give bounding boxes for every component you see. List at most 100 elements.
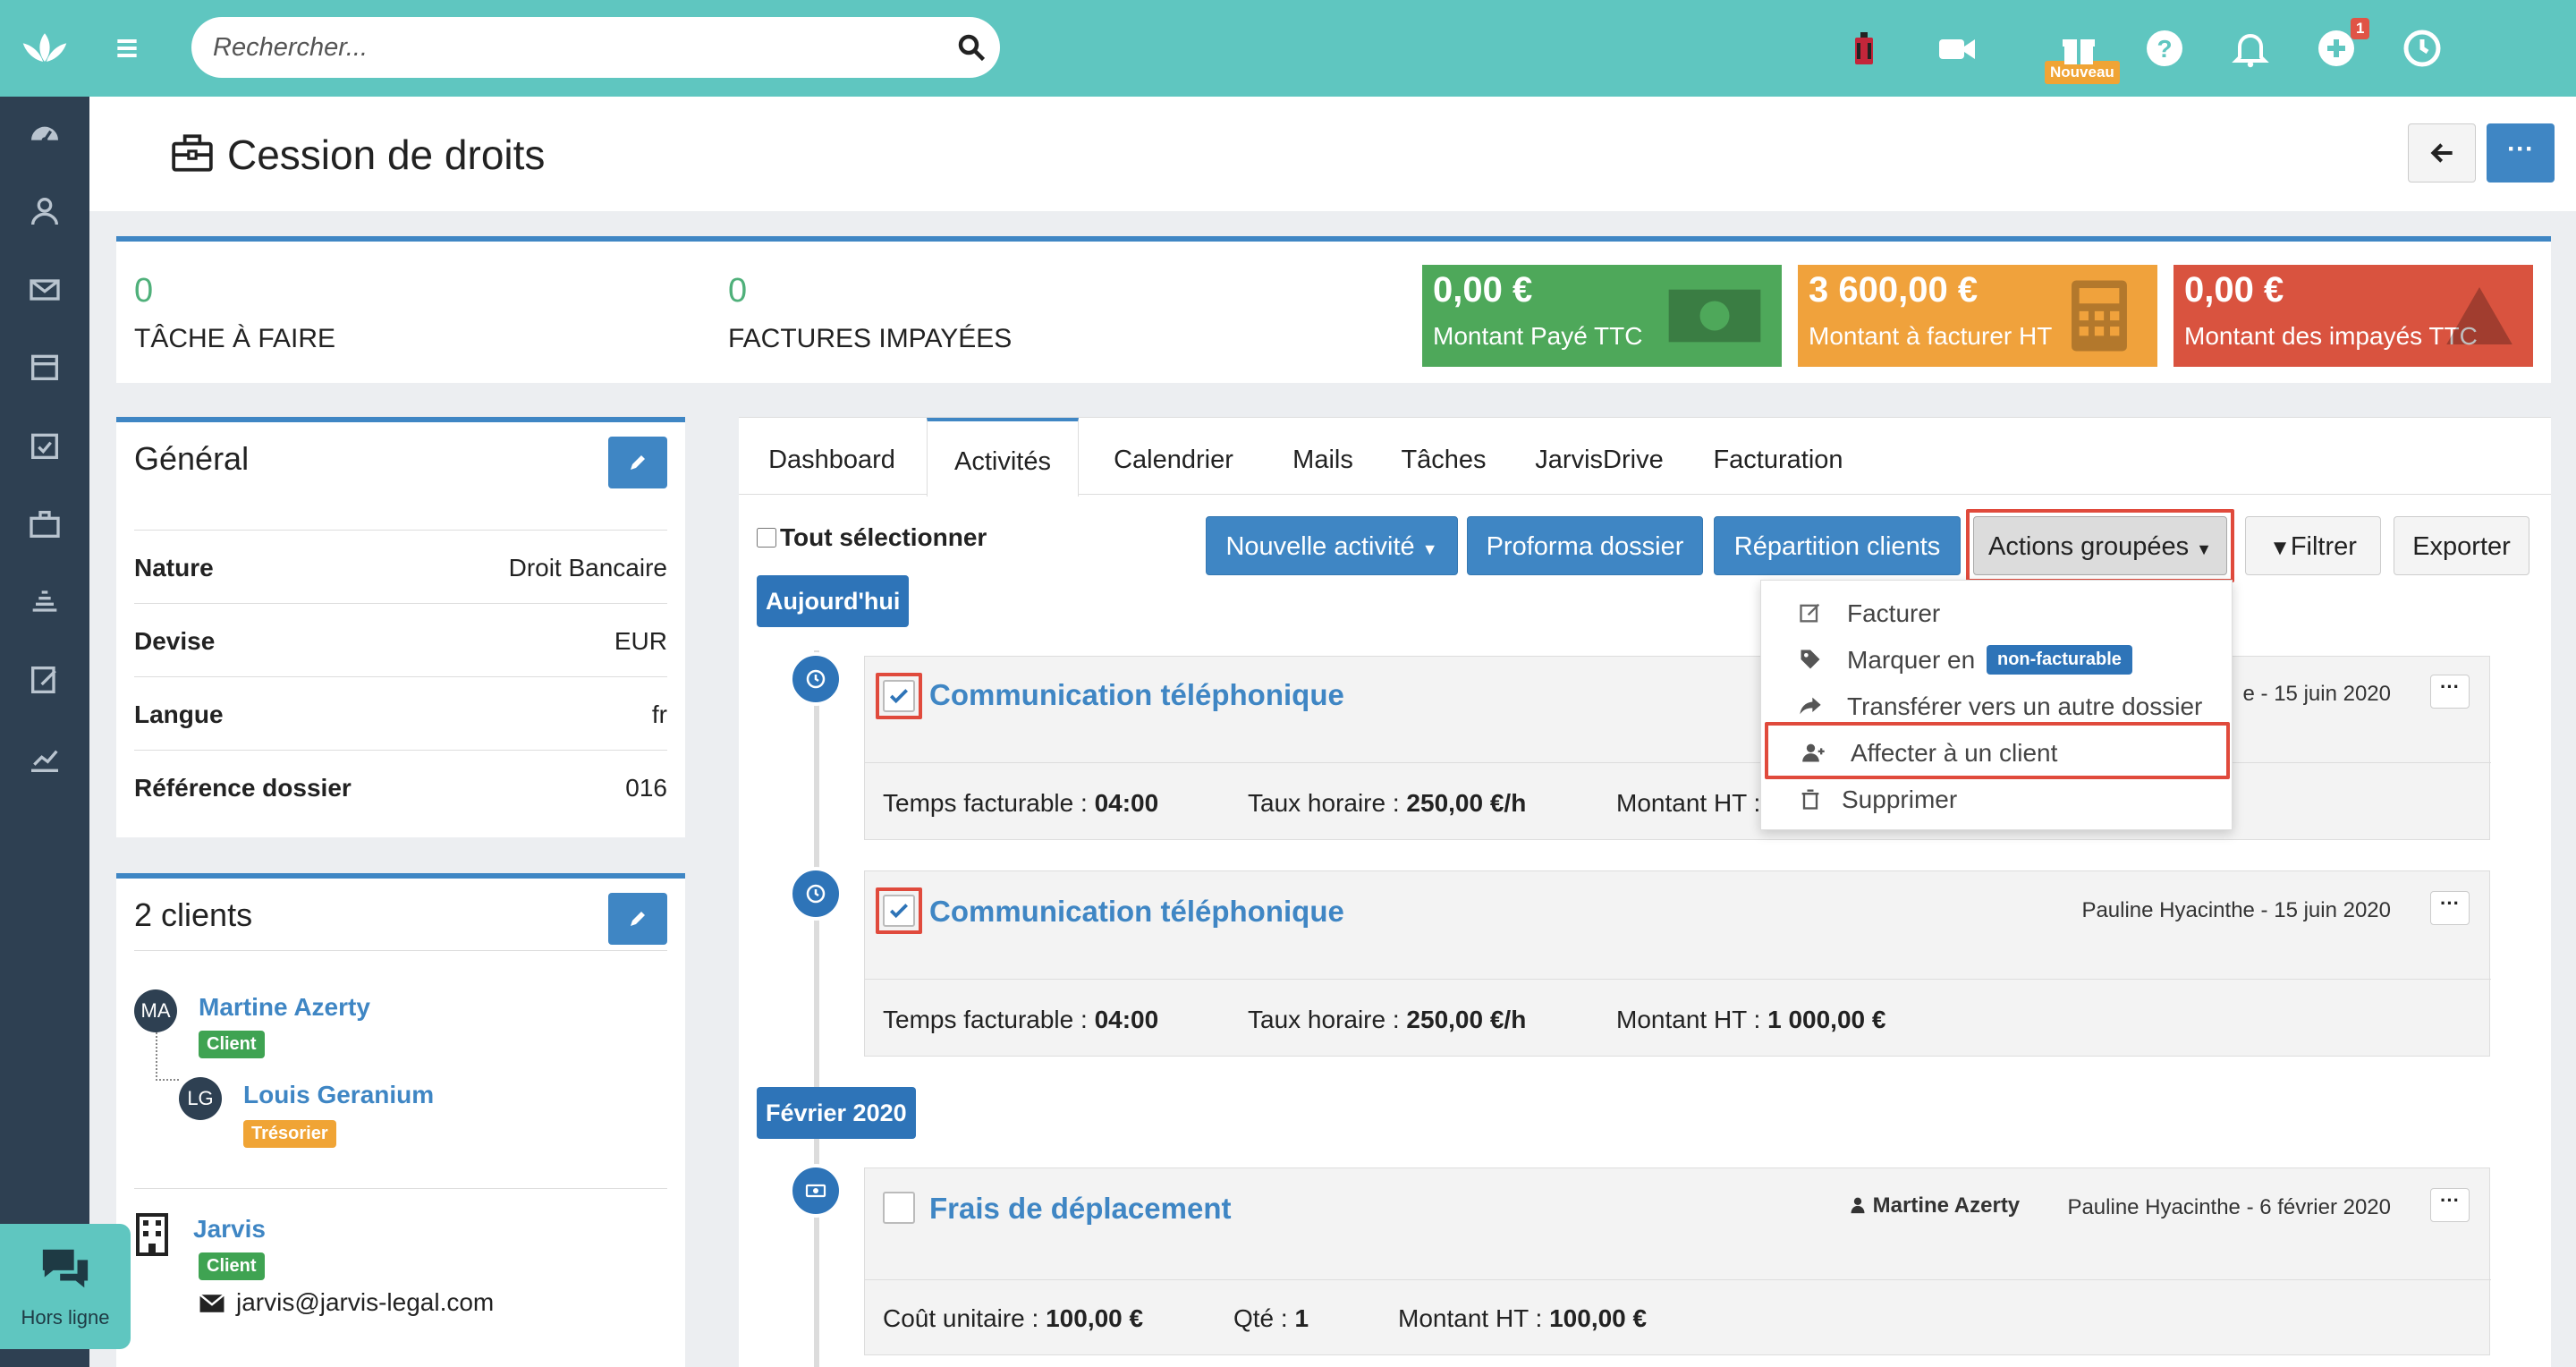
dashboard-icon[interactable] [27, 116, 63, 152]
general-card: Général Nature Droit Bancaire Devise EUR… [116, 417, 685, 837]
activity-card[interactable]: Communication téléphonique e - 15 juin 2… [864, 656, 2491, 840]
company-name-link[interactable]: Jarvis [193, 1215, 266, 1244]
tab-bar: Dashboard Activités Calendrier Mails Tâc… [739, 418, 2551, 497]
menu-item-label: Facturer [1847, 599, 1941, 627]
activity-more-button[interactable]: ··· [2430, 891, 2470, 925]
search-input[interactable] [213, 17, 928, 78]
page-title-text: Cession de droits [227, 132, 546, 178]
envelope-icon [199, 1294, 225, 1312]
paid-amount-box: 0,00 € Montant Payé TTC [1422, 265, 1782, 367]
add-circle-icon[interactable] [2315, 27, 2358, 70]
tab-mails[interactable]: Mails [1268, 418, 1377, 495]
tree-connector [156, 1032, 179, 1081]
activity-meta: Pauline Hyacinthe - 6 février 2020 [2067, 1195, 2391, 1219]
activity-clock-icon [789, 867, 843, 921]
unpaid-amount-box: 0,00 € Montant des impayés TTC [2174, 265, 2533, 367]
mail-icon[interactable] [27, 272, 63, 308]
user-icon [1851, 1197, 1865, 1214]
company-email[interactable]: jarvis@jarvis-legal.com [236, 1288, 494, 1317]
hamburger-menu-icon[interactable] [113, 34, 141, 63]
unpaid-amount-value: 0,00 € [2184, 270, 2284, 310]
activity-more-button[interactable]: ··· [2430, 1188, 2470, 1222]
help-icon[interactable]: ? [2143, 27, 2186, 70]
chat-bubbles-icon [42, 1249, 89, 1288]
client-avatar: MA [134, 989, 177, 1032]
pencil-icon [631, 455, 645, 470]
page-title: Cession de droits [170, 131, 545, 179]
menu-item-delete[interactable]: Supprimer [1761, 776, 2233, 822]
luggage-icon[interactable] [1843, 27, 1885, 70]
back-button[interactable] [2408, 123, 2476, 183]
video-camera-icon[interactable] [1936, 27, 1979, 70]
select-all-checkbox[interactable] [757, 528, 776, 548]
non-billable-tag[interactable]: non-facturable [1987, 645, 2132, 675]
activity-card[interactable]: Communication téléphonique Pauline Hyaci… [864, 870, 2491, 1057]
billable-time-field: Temps facturable : 04:00 [883, 1006, 1158, 1034]
app-logo[interactable] [0, 0, 89, 97]
date-group-label: Aujourd'hui [757, 575, 910, 627]
menu-item-invoice[interactable]: Facturer [1761, 590, 2233, 636]
tab-activites[interactable]: Activités [927, 418, 1079, 497]
tab-taches[interactable]: Tâches [1377, 418, 1510, 495]
search-icon[interactable] [955, 31, 987, 64]
activity-meta: Pauline Hyacinthe - 15 juin 2020 [2081, 898, 2391, 922]
paid-amount-value: 0,00 € [1433, 270, 1533, 310]
tab-calendrier[interactable]: Calendrier [1079, 418, 1268, 495]
proforma-button[interactable]: Proforma dossier [1467, 516, 1703, 575]
general-row: Nature Droit Bancaire [134, 530, 667, 603]
edit-general-button[interactable] [608, 437, 667, 488]
unit-cost-field: Coût unitaire : 100,00 € [883, 1304, 1143, 1333]
checkbox-highlight [876, 673, 922, 719]
general-row: Référence dossier 016 [134, 750, 667, 823]
stats-chart-icon[interactable] [27, 741, 63, 777]
menu-item-label: Transférer vers un autre dossier [1847, 692, 2203, 720]
activity-card[interactable]: Frais de déplacement Martine Azerty Paul… [864, 1167, 2491, 1355]
select-all[interactable]: Tout sélectionner [757, 523, 987, 552]
tab-facturation[interactable]: Facturation [1689, 418, 1868, 495]
stats-panel: 0 TÂCHE À FAIRE 0 FACTURES IMPAYÉES 0,00… [116, 236, 2551, 383]
general-row-value: fr [651, 700, 667, 728]
filter-button[interactable]: ▼Filtrer [2245, 516, 2381, 575]
clock-icon[interactable] [2401, 27, 2444, 70]
split-clients-button[interactable]: Répartition clients [1714, 516, 1961, 575]
client-name-link[interactable]: Martine Azerty [199, 993, 370, 1022]
calendar-icon[interactable] [27, 349, 63, 385]
billing-icon[interactable] [27, 583, 63, 619]
activity-client: Martine Azerty [1849, 1193, 2020, 1218]
to-invoice-label: Montant à facturer HT [1809, 322, 2053, 350]
briefcase-icon[interactable] [27, 506, 63, 542]
activity-more-button[interactable]: ··· [2430, 675, 2470, 709]
gift-icon[interactable] [2057, 27, 2100, 70]
menu-item-label: Supprimer [1842, 785, 1958, 813]
edit-document-icon[interactable] [27, 662, 63, 698]
unpaid-invoices-label: FACTURES IMPAYÉES [728, 324, 1013, 353]
checkbox-highlight [876, 887, 922, 934]
bell-icon[interactable] [2229, 27, 2272, 70]
tasks-count: 0 [134, 272, 154, 310]
export-button[interactable]: Exporter [2394, 516, 2529, 575]
tab-dashboard[interactable]: Dashboard [739, 418, 925, 495]
activity-client-name: Martine Azerty [1872, 1193, 2021, 1218]
client-name-link[interactable]: Louis Geranium [243, 1081, 434, 1109]
new-activity-button[interactable]: Nouvelle activité ▼ [1206, 516, 1458, 575]
general-row: Langue fr [134, 676, 667, 750]
edit-clients-button[interactable] [608, 893, 667, 945]
menu-item-mark-as[interactable]: Marquer en non-facturable [1761, 636, 2233, 683]
field-value: 04:00 [1094, 789, 1159, 817]
activity-title-link[interactable]: Communication téléphonique [929, 895, 1344, 929]
activity-separator [865, 762, 2491, 763]
trash-icon [1801, 789, 1819, 810]
chat-widget[interactable]: Hors ligne [0, 1224, 131, 1349]
paid-amount-label: Montant Payé TTC [1433, 322, 1643, 350]
activity-title-link[interactable]: Communication téléphonique [929, 678, 1344, 712]
contacts-icon[interactable] [27, 193, 63, 229]
tasks-calendar-icon[interactable] [27, 428, 63, 463]
tab-jarvisdrive[interactable]: JarvisDrive [1510, 418, 1689, 495]
activity-meta: e - 15 juin 2020 [2242, 682, 2391, 706]
activity-checkbox[interactable] [883, 1192, 915, 1224]
svg-text:?: ? [2157, 35, 2172, 63]
calculator-icon [2072, 280, 2127, 352]
more-options-button[interactable]: ··· [2487, 123, 2555, 183]
sidebar [0, 0, 89, 1367]
activity-title-link[interactable]: Frais de déplacement [929, 1192, 1231, 1226]
